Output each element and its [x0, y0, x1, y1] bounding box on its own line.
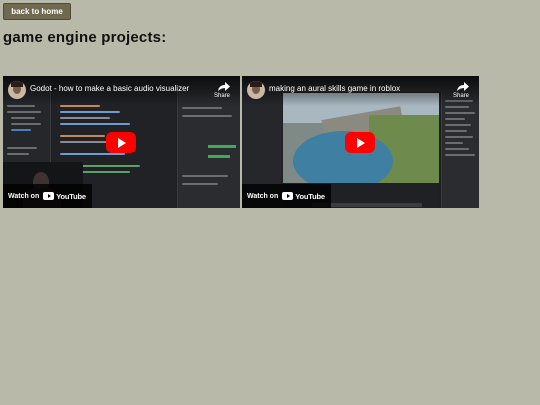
- share-label: Share: [452, 93, 469, 99]
- share-icon: [457, 82, 469, 91]
- watch-on-youtube-button[interactable]: Watch on YouTube: [3, 184, 92, 208]
- youtube-icon: [282, 192, 294, 200]
- play-icon: [357, 137, 365, 148]
- watch-on-label: Watch on: [247, 192, 279, 200]
- page-title: game engine projects:: [3, 29, 167, 46]
- video-title[interactable]: making an aural skills game in roblox: [269, 84, 445, 93]
- back-to-home-button[interactable]: back to home: [3, 3, 71, 20]
- channel-avatar[interactable]: [247, 81, 265, 99]
- share-icon: [218, 82, 230, 91]
- play-button[interactable]: [106, 132, 136, 153]
- video-embed-godot-audio-visualizer[interactable]: Godot - how to make a basic audio visual…: [3, 76, 240, 208]
- youtube-icon: [43, 192, 55, 200]
- video-embed-roblox-aural-skills[interactable]: making an aural skills game in roblox Sh…: [242, 76, 479, 208]
- youtube-logo: YouTube: [43, 192, 86, 201]
- watch-on-label: Watch on: [8, 192, 40, 200]
- share-label: Share: [213, 93, 230, 99]
- youtube-logo: YouTube: [282, 192, 325, 201]
- play-button[interactable]: [345, 132, 375, 153]
- watch-on-youtube-button[interactable]: Watch on YouTube: [242, 184, 331, 208]
- youtube-label: YouTube: [295, 191, 325, 201]
- video-title[interactable]: Godot - how to make a basic audio visual…: [30, 84, 206, 93]
- youtube-label: YouTube: [56, 191, 86, 201]
- share-button[interactable]: Share: [449, 81, 473, 103]
- play-icon: [118, 137, 126, 148]
- share-button[interactable]: Share: [210, 81, 234, 103]
- channel-avatar[interactable]: [8, 81, 26, 99]
